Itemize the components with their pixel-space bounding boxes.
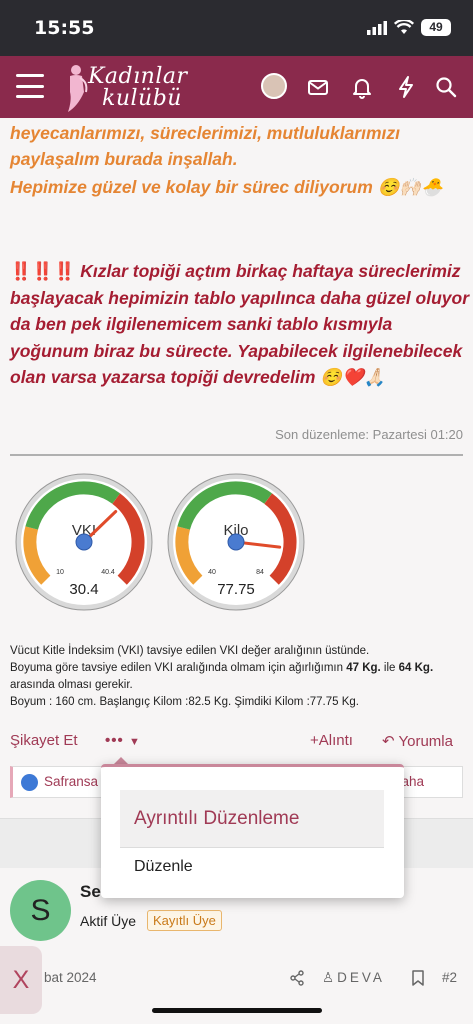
signal-icon [367,20,387,35]
status-icons: 49 [367,19,451,36]
report-link[interactable]: Şikayet Et [10,732,78,749]
gauge-min-label: 10 [56,569,64,576]
status-time: 15:55 [34,17,95,39]
member-badge: Kayıtlı Üye [147,910,222,931]
more-options-menu: Ayrıntılı Düzenleme Düzenle [101,764,404,898]
likes-more[interactable]: aha [401,774,424,789]
signature-divider [10,454,463,456]
post-body: heyecanlarımızı, süreclerimizi, mutluluk… [0,118,473,818]
post-actions: Şikayet Et ••• ▼ +Alıntı ↶ Yorumla [0,732,473,758]
poster-name[interactable]: Se [80,882,101,902]
reply-link[interactable]: ↶ Yorumla [382,732,453,750]
poster-role: Aktif Üye [80,913,137,929]
signature-line: Boyuma göre tavsiye edilen VKI aralığınd… [10,662,434,691]
battery-indicator: 49 [421,19,451,36]
close-icon[interactable]: X [0,946,42,1014]
gauge-max-label: 40.4 [101,569,115,576]
signature-text: Vücut Kitle İndeksim (VKI) tavsiye edile… [10,643,465,711]
home-indicator [152,1008,322,1013]
bmi-gauge: VKI 10 40.4 30.4 [15,473,153,611]
weight-gauge: Kilo 40 84 77.75 [167,473,305,611]
bell-icon[interactable] [348,73,376,101]
share-icon[interactable] [289,970,305,986]
gauge-max-label: 84 [256,569,264,576]
likes-user[interactable]: Safransa [44,774,98,789]
mail-icon[interactable] [304,73,332,101]
avatar[interactable]: S [10,880,71,941]
post-date[interactable]: bat 2024 [44,970,97,985]
post-number[interactable]: #2 [442,970,457,985]
post-author-link[interactable]: ♙DEVA [322,970,385,986]
site-logo[interactable]: Kadınlar kulübü [62,62,192,114]
like-icon [21,774,38,791]
user-avatar[interactable] [261,73,287,99]
menu-icon[interactable] [16,74,44,98]
user-icon: ♙ [322,970,338,985]
last-edited: Son düzenleme: Pazartesi 01:20 [275,427,463,442]
post-text-orange: heyecanlarımızı, süreclerimizi, mutluluk… [10,123,401,169]
post-2-meta: bat 2024 ♙DEVA #2 [0,970,473,994]
search-icon[interactable] [432,73,460,101]
gauge-min-label: 40 [208,569,216,576]
signature-line: Boyum : 160 cm. Başlangıç Kilom :82.5 Kg… [10,696,359,708]
gauge-value: 77.75 [217,581,255,598]
wifi-icon [394,20,414,34]
status-bar: 15:55 49 [0,0,473,56]
post-text-orange: Hepimize güzel ve kolay bir sürec diliyo… [10,177,443,197]
menu-item-advanced-edit[interactable]: Ayrıntılı Düzenleme [120,790,384,848]
lightning-icon[interactable] [392,73,420,101]
logo-text: kulübü [102,86,182,111]
menu-item-edit[interactable]: Düzenle [134,858,193,876]
gauge-value: 30.4 [69,581,98,598]
signature-line: Vücut Kitle İndeksim (VKI) tavsiye edile… [10,645,370,657]
quote-link[interactable]: +Alıntı [310,732,353,749]
post-text-red: ‼️‼️‼️ Kızlar topiği açtım birkaç haftay… [10,258,470,391]
reply-icon: ↶ [382,733,395,750]
chevron-down-icon: ▼ [128,736,141,748]
bookmark-icon[interactable] [411,970,425,986]
post-text-red-body: Kızlar topiği açtım birkaç haftaya sürec… [10,261,470,387]
exclamation-icon: ‼️‼️‼️ [10,261,76,281]
more-options-button[interactable]: ••• ▼ [105,732,141,749]
